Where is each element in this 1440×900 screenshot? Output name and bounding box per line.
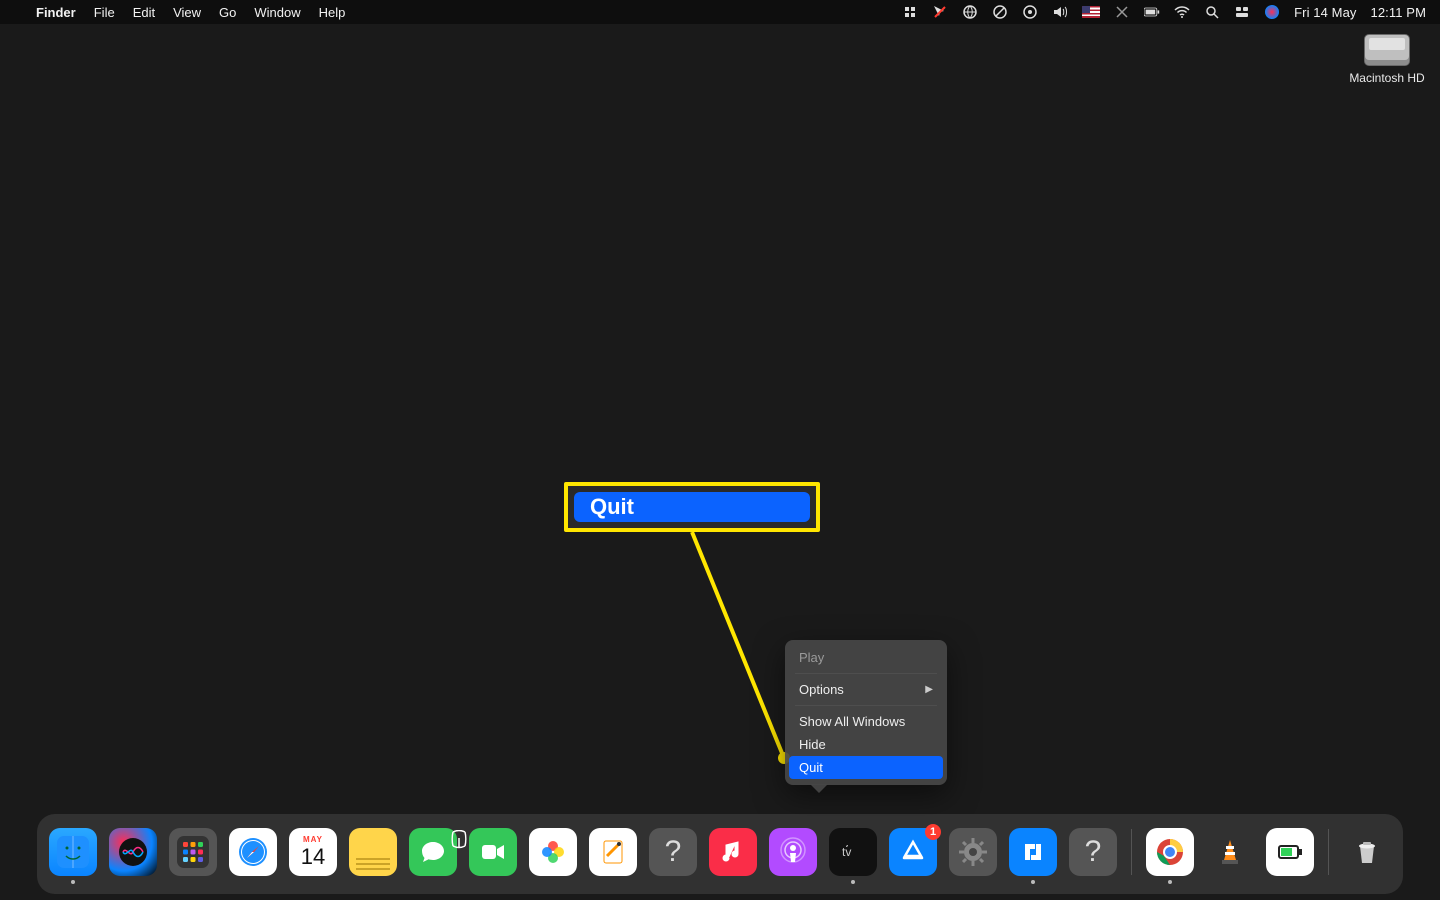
dock-context-menu: Play Options ▶ Show All Windows Hide Qui… [785, 640, 947, 785]
dock-trash[interactable] [1343, 828, 1391, 876]
context-menu-separator [795, 673, 937, 674]
desktop-icon-label: Macintosh HD [1348, 71, 1426, 86]
dock-app-unknown-2[interactable]: ? [1069, 828, 1117, 876]
dock-app-vlc[interactable] [1206, 828, 1254, 876]
annotation-callout-label: Quit [590, 494, 634, 520]
running-indicator [1031, 880, 1035, 884]
status-icon-input-source-flag[interactable] [1082, 6, 1100, 18]
menu-file[interactable]: File [94, 5, 115, 20]
dock-app-launchpad[interactable] [169, 828, 217, 876]
status-icon-tools[interactable] [1114, 4, 1130, 20]
context-menu-label: Hide [799, 737, 826, 752]
status-icon-globe[interactable] [962, 4, 978, 20]
context-menu-label: Play [799, 650, 824, 665]
menu-view[interactable]: View [173, 5, 201, 20]
context-menu-item-show-all-windows[interactable]: Show All Windows [785, 710, 947, 733]
dock-app-notes[interactable] [349, 828, 397, 876]
calendar-day-label: 14 [301, 844, 325, 870]
context-menu-item-play: Play [785, 646, 947, 669]
dock-app-calendar[interactable]: MAY 14 [289, 828, 337, 876]
context-menu-item-options[interactable]: Options ▶ [785, 678, 947, 701]
status-icon-dnd[interactable] [992, 4, 1008, 20]
menu-app-name[interactable]: Finder [36, 5, 76, 20]
dock-app-photos[interactable] [529, 828, 577, 876]
appstore-badge: 1 [925, 824, 941, 840]
running-indicator [71, 880, 75, 884]
svg-text:tv: tv [842, 845, 851, 859]
dock-divider [1131, 829, 1132, 875]
menu-bar-left: Finder File Edit View Go Window Help [14, 5, 345, 20]
menubar-time[interactable]: 12:11 PM [1371, 5, 1426, 20]
dock-app-battery-monitor[interactable] [1266, 828, 1314, 876]
dock-app-snagit[interactable] [1009, 828, 1057, 876]
dock-app-appstore[interactable]: 1 [889, 828, 937, 876]
menubar-date[interactable]: Fri 14 May [1294, 5, 1356, 20]
context-menu-item-hide[interactable]: Hide [785, 733, 947, 756]
submenu-arrow-icon: ▶ [925, 684, 933, 695]
status-icon-record[interactable] [1022, 4, 1038, 20]
calendar-month-label: MAY [303, 835, 323, 844]
hard-drive-icon [1364, 34, 1410, 66]
context-menu-separator [795, 705, 937, 706]
dock-app-safari[interactable] [229, 828, 277, 876]
dock-app-pages[interactable] [589, 828, 637, 876]
dock: MAY 14 ? tv 1 ? [37, 814, 1403, 894]
context-menu-item-quit[interactable]: Quit [789, 756, 943, 779]
status-icon-cursor[interactable] [932, 4, 948, 20]
menu-window[interactable]: Window [254, 5, 300, 20]
running-indicator [851, 880, 855, 884]
dock-app-appletv[interactable]: tv [829, 828, 877, 876]
dock-app-podcasts[interactable] [769, 828, 817, 876]
menu-help[interactable]: Help [319, 5, 346, 20]
menu-bar-right: Fri 14 May 12:11 PM [902, 4, 1426, 20]
status-icon-control-center[interactable] [1234, 4, 1250, 20]
status-icon-spotlight[interactable] [1204, 4, 1220, 20]
context-menu-label: Options [799, 682, 844, 697]
menu-go[interactable]: Go [219, 5, 236, 20]
context-menu-label: Quit [799, 760, 823, 775]
status-icon-battery[interactable] [1144, 4, 1160, 20]
desktop-icon-macintosh-hd[interactable]: Macintosh HD [1348, 34, 1426, 86]
menu-bar: Finder File Edit View Go Window Help Fri… [0, 0, 1440, 24]
annotation-callout-pill: Quit [574, 492, 810, 522]
annotation-callout: Quit [564, 482, 820, 532]
notes-icon [356, 858, 390, 860]
dock-app-music[interactable] [709, 828, 757, 876]
running-indicator [1168, 880, 1172, 884]
dock-app-system-preferences[interactable] [949, 828, 997, 876]
status-icon-siri[interactable] [1264, 4, 1280, 20]
dock-app-unknown-1[interactable]: ? [649, 828, 697, 876]
context-menu-label: Show All Windows [799, 714, 905, 729]
dock-app-messages[interactable] [409, 828, 457, 876]
dock-app-facetime[interactable] [469, 828, 517, 876]
status-icon-wifi[interactable] [1174, 4, 1190, 20]
dock-app-siri[interactable] [109, 828, 157, 876]
menu-edit[interactable]: Edit [133, 5, 155, 20]
dock-app-chrome[interactable] [1146, 828, 1194, 876]
status-icon-generic-1[interactable] [902, 4, 918, 20]
dock-app-finder[interactable] [49, 828, 97, 876]
dock-divider [1328, 829, 1329, 875]
status-icon-volume[interactable] [1052, 4, 1068, 20]
